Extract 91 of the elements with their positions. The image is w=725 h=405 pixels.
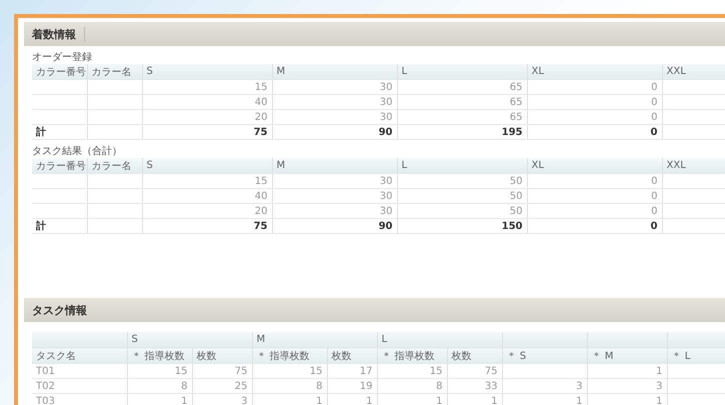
table-cell: 1 (447, 394, 502, 405)
table-cell: 15 (377, 364, 448, 378)
table-cell: 1 (252, 394, 328, 405)
table-cell: 0 (527, 94, 662, 110)
column-header: ＊ 指導枚数 (377, 348, 448, 364)
table-cell: 0 (527, 174, 662, 188)
table-cell: 30 (272, 94, 397, 110)
column-header: ＊ 指導枚数 (252, 348, 328, 364)
column-header: カラー名 (87, 64, 142, 80)
table-cell: 65 (397, 80, 527, 94)
column-header: M (272, 64, 397, 80)
table-cell: 3 (502, 378, 588, 394)
table-cell: 75 (142, 124, 272, 140)
table-cell: 90 (272, 124, 397, 140)
column-header: XL (527, 158, 662, 174)
table-cell: 0 (527, 124, 662, 140)
table-cell: 15 (142, 80, 272, 94)
column-header: XL (527, 64, 662, 80)
column-header: S (142, 64, 272, 80)
table-cell: 1 (127, 394, 192, 405)
column-header: ＊ L (667, 348, 725, 364)
table-cell: 75 (447, 364, 502, 378)
column-header: カラー名 (87, 158, 142, 174)
table-cell: 8 (252, 378, 328, 394)
table-cell: 20 (142, 204, 272, 218)
column-header: 枚数 (327, 348, 378, 364)
table-cell: 90 (272, 218, 397, 234)
column-header: L (397, 64, 527, 80)
table-cell: 65 (397, 94, 527, 110)
column-header: XXL (662, 64, 725, 80)
table-cell: 0 (527, 204, 662, 218)
table-cell: 15 (127, 364, 192, 378)
table-cell: 15 (142, 174, 272, 188)
table-cell: 0 (527, 188, 662, 204)
table-cell: 25 (192, 378, 252, 394)
column-header: S (142, 158, 272, 174)
table-cell: 8 (377, 378, 448, 394)
table-cell: 3 (587, 378, 668, 394)
table-cell: 40 (142, 188, 272, 204)
panel-title: タスク情報 (32, 302, 88, 318)
column-header: XXL (662, 158, 725, 174)
table-cell: 50 (397, 188, 527, 204)
table-cell: 0 (527, 110, 662, 124)
group-header: L (377, 332, 502, 348)
column-header: ＊ S (502, 348, 588, 364)
table-cell: 150 (397, 218, 527, 234)
table-cell: 0 (527, 218, 662, 234)
table-cell: T03 (32, 394, 127, 405)
table-cell: 30 (272, 80, 397, 94)
table-cell: 50 (397, 204, 527, 218)
table-cell: 65 (397, 110, 527, 124)
table-caption: タスク結果（合計） (32, 146, 123, 158)
column-header: 枚数 (447, 348, 502, 364)
table-cell: 計 (32, 218, 87, 234)
table-cell: 20 (142, 110, 272, 124)
table-cell: 195 (397, 124, 527, 140)
table-cell: 17 (327, 364, 378, 378)
table-cell: 1 (587, 364, 668, 378)
group-header: S (127, 332, 252, 348)
column-header: ＊ 指導枚数 (127, 348, 192, 364)
table-cell: 40 (142, 94, 272, 110)
table-cell: 計 (32, 124, 87, 140)
table-cell: T02 (32, 378, 127, 394)
group-header: M (252, 332, 378, 348)
table-cell: 33 (447, 378, 502, 394)
table-cell: 30 (272, 174, 397, 188)
panel-title: 着数情報 (32, 26, 85, 42)
table-cell: 1 (327, 394, 378, 405)
table-cell: 1 (587, 394, 668, 405)
table-cell: 1 (502, 394, 588, 405)
table-cell: 30 (272, 188, 397, 204)
table-cell: 75 (192, 364, 252, 378)
column-header: カラー番号 (32, 158, 87, 174)
column-header: タスク名 (32, 348, 127, 364)
table-cell: 8 (127, 378, 192, 394)
column-header: L (397, 158, 527, 174)
table-cell: 19 (327, 378, 378, 394)
table-cell: T01 (32, 364, 127, 378)
column-header: M (272, 158, 397, 174)
table-cell: 0 (527, 80, 662, 94)
table-cell: 30 (272, 204, 397, 218)
table-cell: 3 (192, 394, 252, 405)
column-header: カラー番号 (32, 64, 87, 80)
table-cell: 15 (252, 364, 328, 378)
column-header: 枚数 (192, 348, 252, 364)
column-header: ＊ M (587, 348, 668, 364)
table-cell: 75 (142, 218, 272, 234)
table-cell: 30 (272, 110, 397, 124)
table-caption: オーダー登録 (32, 52, 93, 64)
table-cell: 50 (397, 174, 527, 188)
table-cell: 1 (377, 394, 448, 405)
